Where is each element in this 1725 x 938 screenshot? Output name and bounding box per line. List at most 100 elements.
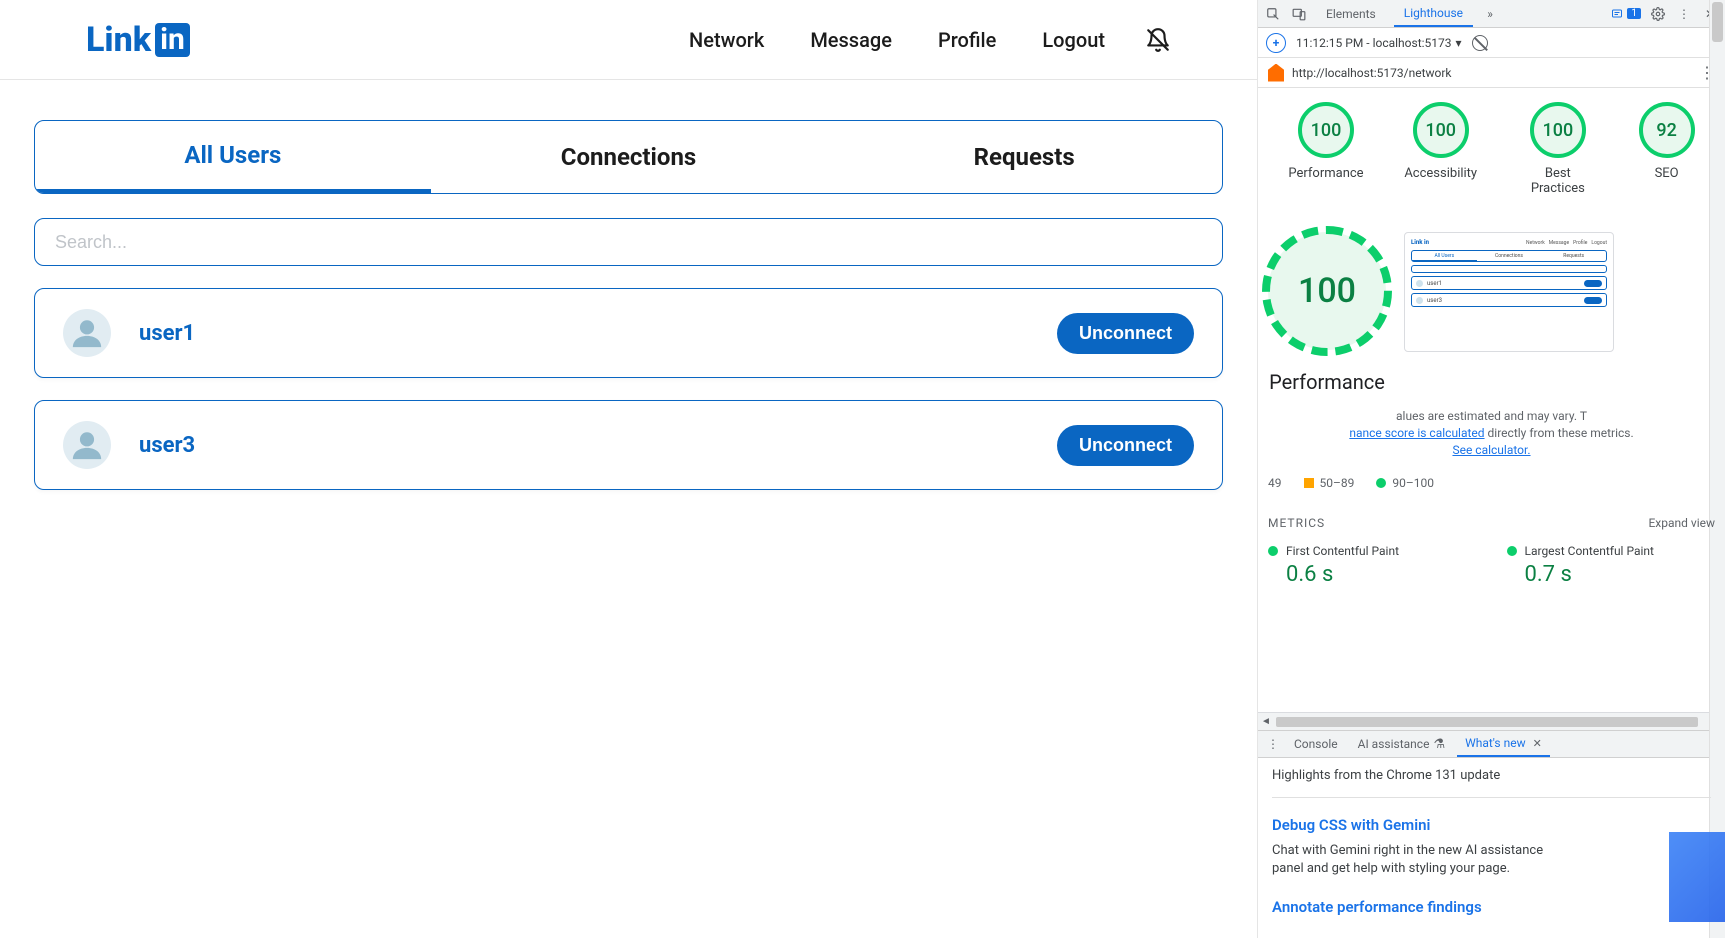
gauge-score: 100 [1298, 102, 1354, 158]
logo-box: in [155, 23, 190, 57]
metric-value: 0.6 s [1286, 562, 1477, 587]
metrics-grid: First Contentful Paint 0.6 s Largest Con… [1268, 544, 1715, 587]
kebab-icon[interactable]: ⋮ [1675, 5, 1693, 23]
score-calc-link[interactable]: nance score is calculated [1349, 426, 1484, 440]
gauge-label: SEO [1655, 166, 1679, 181]
nav-profile[interactable]: Profile [938, 28, 996, 52]
main-nav: Network Message Profile Logout [689, 28, 1105, 52]
drawer-kebab-icon[interactable]: ⋮ [1264, 735, 1282, 753]
report-selector[interactable]: 11:12:15 PM - localhost:5173 ▾ [1296, 36, 1462, 50]
tab-close-icon[interactable]: ✕ [1533, 737, 1542, 750]
estimate-text: alues are estimated and may vary. T nanc… [1268, 408, 1715, 458]
flask-icon: ⚗ [1433, 737, 1445, 752]
metrics-header: METRICS Expand view [1268, 516, 1715, 530]
gauge-accessibility[interactable]: 100 Accessibility [1404, 102, 1477, 196]
gauge-score: 92 [1639, 102, 1695, 158]
topbar: Linkin Network Message Profile Logout [0, 0, 1257, 80]
drawer-tab-whatsnew[interactable]: What's new ✕ [1457, 731, 1550, 757]
user-name[interactable]: user1 [139, 321, 195, 346]
drawer-tab-label: What's new [1465, 736, 1526, 750]
gauge-label: Accessibility [1404, 166, 1477, 181]
gauges-row: 100 Performance 100 Accessibility 100 Be… [1268, 102, 1715, 196]
metric-name: First Contentful Paint [1286, 544, 1399, 558]
thumb-tab: Connections [1477, 251, 1542, 261]
unconnect-button[interactable]: Unconnect [1057, 425, 1194, 466]
whatsnew-heading[interactable]: Annotate performance findings [1272, 898, 1711, 916]
legend-label: 90–100 [1392, 476, 1434, 490]
whatsnew-text: Chat with Gemini right in the new AI ass… [1272, 842, 1572, 878]
status-dot-icon [1507, 546, 1517, 556]
gauge-seo[interactable]: 92 SEO [1639, 102, 1695, 196]
thumb-row: user3 [1411, 293, 1607, 307]
gauge-performance[interactable]: 100 Performance [1288, 102, 1363, 196]
thumb-row: user1 [1411, 276, 1607, 290]
thumb-tab: Requests [1541, 251, 1606, 261]
whatsnew-highlights: Highlights from the Chrome 131 update [1272, 768, 1711, 783]
devtools-messages[interactable]: 1 [1611, 8, 1641, 20]
devtools-tabbar: Elements Lighthouse » 1 ⋮ ✕ [1258, 0, 1725, 28]
drawer-tabs: ⋮ Console AI assistance⚗ What's new ✕ ✕ [1258, 730, 1725, 758]
see-calculator-link[interactable]: See calculator. [1452, 443, 1530, 457]
lighthouse-toolbar: + 11:12:15 PM - localhost:5173 ▾ [1258, 28, 1725, 58]
devtools-tab-lighthouse[interactable]: Lighthouse [1394, 0, 1473, 27]
big-gauge-label: Performance [1269, 370, 1385, 394]
metric-name: Largest Contentful Paint [1525, 544, 1654, 558]
settings-icon[interactable] [1649, 5, 1667, 23]
lighthouse-icon [1268, 64, 1284, 82]
inspect-icon[interactable] [1264, 5, 1282, 23]
nav-network[interactable]: Network [689, 28, 764, 52]
devtools-pane: Elements Lighthouse » 1 ⋮ ✕ + 11:12:15 P… [1258, 0, 1725, 938]
thumb-nav-item: Logout [1591, 240, 1607, 246]
logo-text: Link [86, 20, 151, 60]
more-tabs-icon[interactable]: » [1481, 5, 1499, 23]
content: All Users Connections Requests user1 Unc… [0, 80, 1257, 530]
expand-view-button[interactable]: Expand view [1648, 516, 1715, 530]
user-name[interactable]: user3 [139, 433, 195, 458]
scroll-left-icon[interactable]: ◄ [1258, 716, 1274, 727]
drawer-tab-ai[interactable]: AI assistance⚗ [1350, 731, 1453, 757]
big-gauge-score: 100 [1298, 271, 1356, 311]
tab-connections[interactable]: Connections [431, 121, 827, 193]
metric-lcp: Largest Contentful Paint 0.7 s [1507, 544, 1716, 587]
score-legend: 49 50–89 90–100 [1268, 476, 1715, 490]
avatar-icon [63, 421, 111, 469]
clear-icon[interactable] [1472, 35, 1488, 51]
lighthouse-urlbar: http://localhost:5173/network ⋮ [1258, 58, 1725, 88]
legend-dot-green [1376, 478, 1386, 488]
lighthouse-report: 100 Performance 100 Accessibility 100 Be… [1258, 88, 1725, 712]
thumb-nav-item: Message [1549, 240, 1569, 246]
report-hscrollbar[interactable]: ◄ ► [1258, 712, 1725, 730]
performance-section: 100 Performance Link in Network Message … [1268, 232, 1715, 394]
report-selector-label: 11:12:15 PM - localhost:5173 [1296, 36, 1452, 50]
drawer-tab-console[interactable]: Console [1286, 731, 1346, 757]
devtools-tab-elements[interactable]: Elements [1316, 0, 1386, 27]
gauge-label: Performance [1288, 166, 1363, 181]
drawer-tab-label: AI assistance [1358, 737, 1430, 751]
gauge-best-practices[interactable]: 100 Best Practices [1518, 102, 1598, 196]
device-toggle-icon[interactable] [1290, 5, 1308, 23]
estimate-fragment: directly from these metrics. [1485, 426, 1634, 440]
estimate-fragment: alues are estimated and may vary. T [1396, 409, 1587, 423]
legend-label: 49 [1268, 476, 1282, 490]
metric-value: 0.7 s [1525, 562, 1716, 587]
gauge-label: Best Practices [1518, 166, 1598, 196]
whatsnew-heading[interactable]: Debug CSS with Gemini [1272, 816, 1711, 834]
search-input[interactable] [34, 218, 1223, 266]
user-card: user1 Unconnect [34, 288, 1223, 378]
metric-fcp: First Contentful Paint 0.6 s [1268, 544, 1477, 587]
performance-big-gauge: 100 [1268, 232, 1386, 350]
new-report-button[interactable]: + [1266, 33, 1286, 53]
tab-requests[interactable]: Requests [826, 121, 1222, 193]
thumb-nav-item: Network [1526, 240, 1545, 246]
gauge-score: 100 [1530, 102, 1586, 158]
metrics-title: METRICS [1268, 516, 1325, 530]
nav-logout[interactable]: Logout [1042, 28, 1105, 52]
tab-all-users[interactable]: All Users [35, 121, 431, 193]
nav-message[interactable]: Message [810, 28, 892, 52]
legend-label: 50–89 [1320, 476, 1355, 490]
unconnect-button[interactable]: Unconnect [1057, 313, 1194, 354]
notifications-icon[interactable] [1145, 27, 1171, 53]
thumb-logo: Link in [1411, 239, 1429, 246]
app-pane: Linkin Network Message Profile Logout Al… [0, 0, 1258, 938]
app-logo[interactable]: Linkin [86, 20, 190, 60]
